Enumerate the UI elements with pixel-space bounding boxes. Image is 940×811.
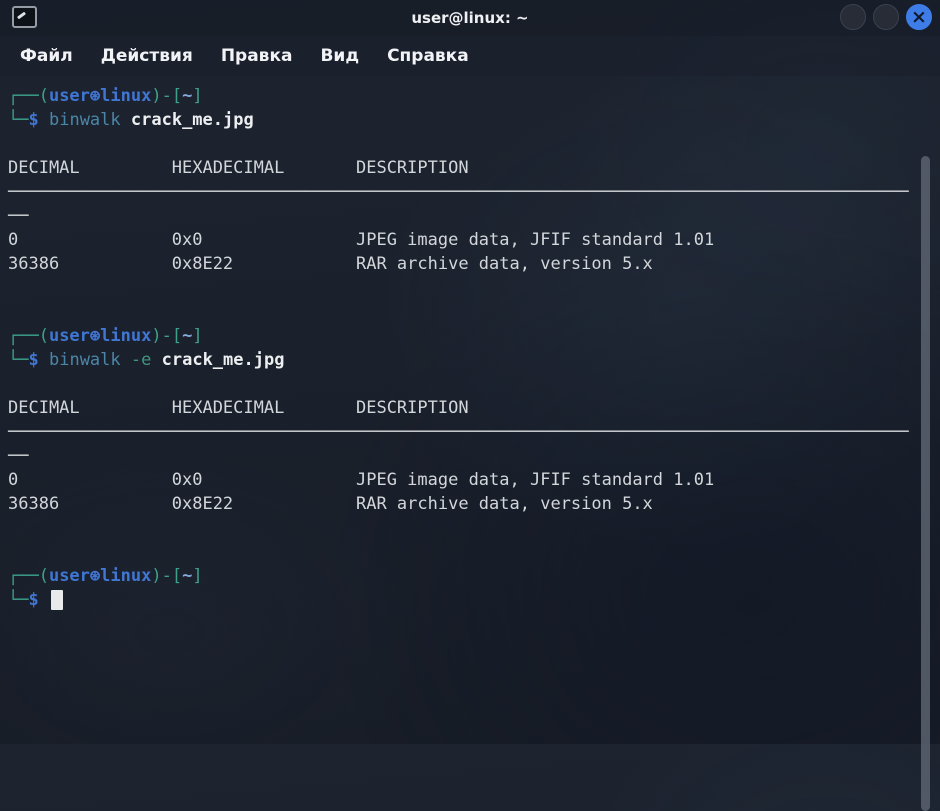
menu-edit[interactable]: Правка xyxy=(221,46,293,66)
terminal-text-segment: └─ xyxy=(8,590,28,610)
menu-bar: Файл Действия Правка Вид Справка xyxy=(0,36,940,76)
terminal-text-segment: ⊛ xyxy=(90,326,100,346)
terminal-text-segment: linux xyxy=(100,86,151,106)
terminal-text-segment xyxy=(121,350,131,370)
terminal-text-segment: )-[ xyxy=(151,86,182,106)
terminal-line: ┌──(user⊛linux)-[~] xyxy=(8,84,928,108)
maximize-button[interactable] xyxy=(873,4,899,30)
terminal-text-segment: binwalk xyxy=(49,110,121,130)
terminal-output[interactable]: ┌──(user⊛linux)-[~]└─$ binwalk crack_me.… xyxy=(0,76,928,744)
terminal-text-segment: ── xyxy=(8,446,28,466)
terminal-line xyxy=(8,540,928,564)
terminal-text-segment: ~ xyxy=(182,86,192,106)
text-cursor xyxy=(51,590,63,610)
terminal-text-segment: ⊛ xyxy=(90,86,100,106)
terminal-text-segment: user xyxy=(49,566,90,586)
scrollbar-thumb[interactable] xyxy=(921,156,930,811)
terminal-text-segment: ] xyxy=(192,86,202,106)
scrollbar-track[interactable] xyxy=(926,76,940,744)
terminal-text-segment xyxy=(39,590,49,610)
terminal-text-segment xyxy=(39,110,49,130)
terminal-line: ┌──(user⊛linux)-[~] xyxy=(8,324,928,348)
terminal-line: └─$ xyxy=(8,588,928,612)
terminal-line xyxy=(8,276,928,300)
terminal-text-segment: ┌──( xyxy=(8,566,49,586)
terminal-text-segment: 0 0x0 JPEG image data, JFIF standard 1.0… xyxy=(8,230,714,250)
terminal-line: ────────────────────────────────────────… xyxy=(8,420,928,444)
terminal-line xyxy=(8,516,928,540)
terminal-line: 36386 0x8E22 RAR archive data, version 5… xyxy=(8,252,928,276)
menu-file[interactable]: Файл xyxy=(20,46,73,66)
terminal-text-segment: DECIMAL HEXADECIMAL DESCRIPTION xyxy=(8,158,469,178)
terminal-line: ── xyxy=(8,204,928,228)
close-button[interactable]: × xyxy=(906,4,932,30)
terminal-line: ┌──(user⊛linux)-[~] xyxy=(8,564,928,588)
terminal-line: ── xyxy=(8,444,928,468)
terminal-text-segment: ────────────────────────────────────────… xyxy=(8,182,909,202)
terminal-text-segment: linux xyxy=(100,566,151,586)
terminal-line: └─$ binwalk crack_me.jpg xyxy=(8,108,928,132)
terminal-text-segment: ┌──( xyxy=(8,326,49,346)
terminal-text-segment: )-[ xyxy=(151,566,182,586)
menu-actions[interactable]: Действия xyxy=(101,46,193,66)
terminal-text-segment: binwalk xyxy=(49,350,121,370)
terminal-text-segment: ] xyxy=(192,566,202,586)
terminal-line: └─$ binwalk -e crack_me.jpg xyxy=(8,348,928,372)
terminal-text-segment xyxy=(39,350,49,370)
terminal-text-segment: ────────────────────────────────────────… xyxy=(8,422,909,442)
minimize-button[interactable] xyxy=(840,4,866,30)
terminal-line: 36386 0x8E22 RAR archive data, version 5… xyxy=(8,492,928,516)
terminal-line: DECIMAL HEXADECIMAL DESCRIPTION xyxy=(8,396,928,420)
terminal-text-segment: └─ xyxy=(8,350,28,370)
window-controls: × xyxy=(840,4,932,30)
terminal-line: 0 0x0 JPEG image data, JFIF standard 1.0… xyxy=(8,228,928,252)
terminal-text-segment: DECIMAL HEXADECIMAL DESCRIPTION xyxy=(8,398,469,418)
terminal-line: 0 0x0 JPEG image data, JFIF standard 1.0… xyxy=(8,468,928,492)
terminal-text-segment: $ xyxy=(28,590,38,610)
terminal-text-segment: 0 0x0 JPEG image data, JFIF standard 1.0… xyxy=(8,470,714,490)
terminal-text-segment: └─ xyxy=(8,110,28,130)
terminal-text-segment: ── xyxy=(8,206,28,226)
terminal-window: { "window": { "title": "user@linux: ~", … xyxy=(0,0,940,744)
terminal-text-segment xyxy=(151,350,161,370)
menu-view[interactable]: Вид xyxy=(320,46,359,66)
terminal-text-segment: crack_me.jpg xyxy=(162,350,285,370)
terminal-text-segment: )-[ xyxy=(151,326,182,346)
terminal-line xyxy=(8,300,928,324)
terminal-text-segment: $ xyxy=(28,110,38,130)
terminal-text-segment: user xyxy=(49,326,90,346)
terminal-text-segment: ] xyxy=(192,326,202,346)
terminal-text-segment: 36386 0x8E22 RAR archive data, version 5… xyxy=(8,494,653,514)
terminal-text-segment: ⊛ xyxy=(90,566,100,586)
title-bar[interactable]: user@linux: ~ × xyxy=(0,0,940,36)
terminal-text-segment: ~ xyxy=(182,566,192,586)
terminal-text-segment xyxy=(121,110,131,130)
terminal-text-segment: crack_me.jpg xyxy=(131,110,254,130)
terminal-text-segment: user xyxy=(49,86,90,106)
terminal-line: DECIMAL HEXADECIMAL DESCRIPTION xyxy=(8,156,928,180)
terminal-text-segment: $ xyxy=(28,350,38,370)
menu-help[interactable]: Справка xyxy=(387,46,469,66)
terminal-line xyxy=(8,372,928,396)
terminal-line xyxy=(8,132,928,156)
terminal-text-segment: linux xyxy=(100,326,151,346)
window-title: user@linux: ~ xyxy=(0,0,940,36)
terminal-text-segment: ~ xyxy=(182,326,192,346)
terminal-line: ────────────────────────────────────────… xyxy=(8,180,928,204)
terminal-text-segment: ┌──( xyxy=(8,86,49,106)
terminal-text-segment: -e xyxy=(131,350,151,370)
terminal-text-segment: 36386 0x8E22 RAR archive data, version 5… xyxy=(8,254,653,274)
